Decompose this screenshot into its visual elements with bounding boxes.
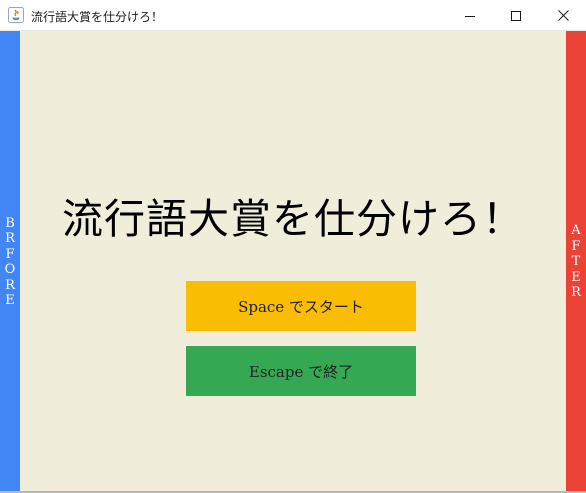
after-letter: E	[571, 269, 581, 285]
title-bar[interactable]: 流行語大賞を仕分けろ！	[0, 0, 586, 31]
game-panel: B R F O R E 流行語大賞を仕分けろ！ Space でスタート Esca…	[0, 31, 586, 493]
quit-button[interactable]: Escape で終了	[186, 346, 416, 396]
java-app-icon	[8, 7, 24, 23]
maximize-icon	[511, 10, 521, 21]
window-title: 流行語大賞を仕分けろ！	[31, 10, 164, 24]
after-letter: T	[571, 254, 581, 270]
before-letter: R	[5, 277, 15, 293]
minimize-button[interactable]	[447, 0, 493, 31]
after-side-bar: A F T E R	[566, 31, 586, 493]
minimize-icon	[465, 15, 475, 17]
before-letter: F	[5, 246, 15, 262]
close-icon	[557, 10, 569, 21]
before-letter: E	[5, 293, 15, 308]
before-letter: B	[5, 215, 15, 231]
game-heading: 流行語大賞を仕分けろ！	[62, 195, 524, 243]
start-button[interactable]: Space でスタート	[186, 281, 416, 331]
maximize-button[interactable]	[493, 0, 539, 31]
after-letter: A	[571, 223, 581, 239]
before-letter: R	[5, 231, 15, 246]
app-window: 流行語大賞を仕分けろ！ B R F O R E 流行語大賞を仕分けろ！ Spac…	[0, 0, 586, 493]
after-letter: F	[571, 238, 581, 254]
after-letter: R	[571, 285, 581, 301]
after-label: A F T E R	[571, 223, 581, 301]
before-side-bar: B R F O R E	[0, 31, 20, 493]
before-letter: O	[4, 262, 16, 277]
before-label: B R F O R E	[5, 216, 16, 309]
close-button[interactable]	[540, 0, 586, 31]
